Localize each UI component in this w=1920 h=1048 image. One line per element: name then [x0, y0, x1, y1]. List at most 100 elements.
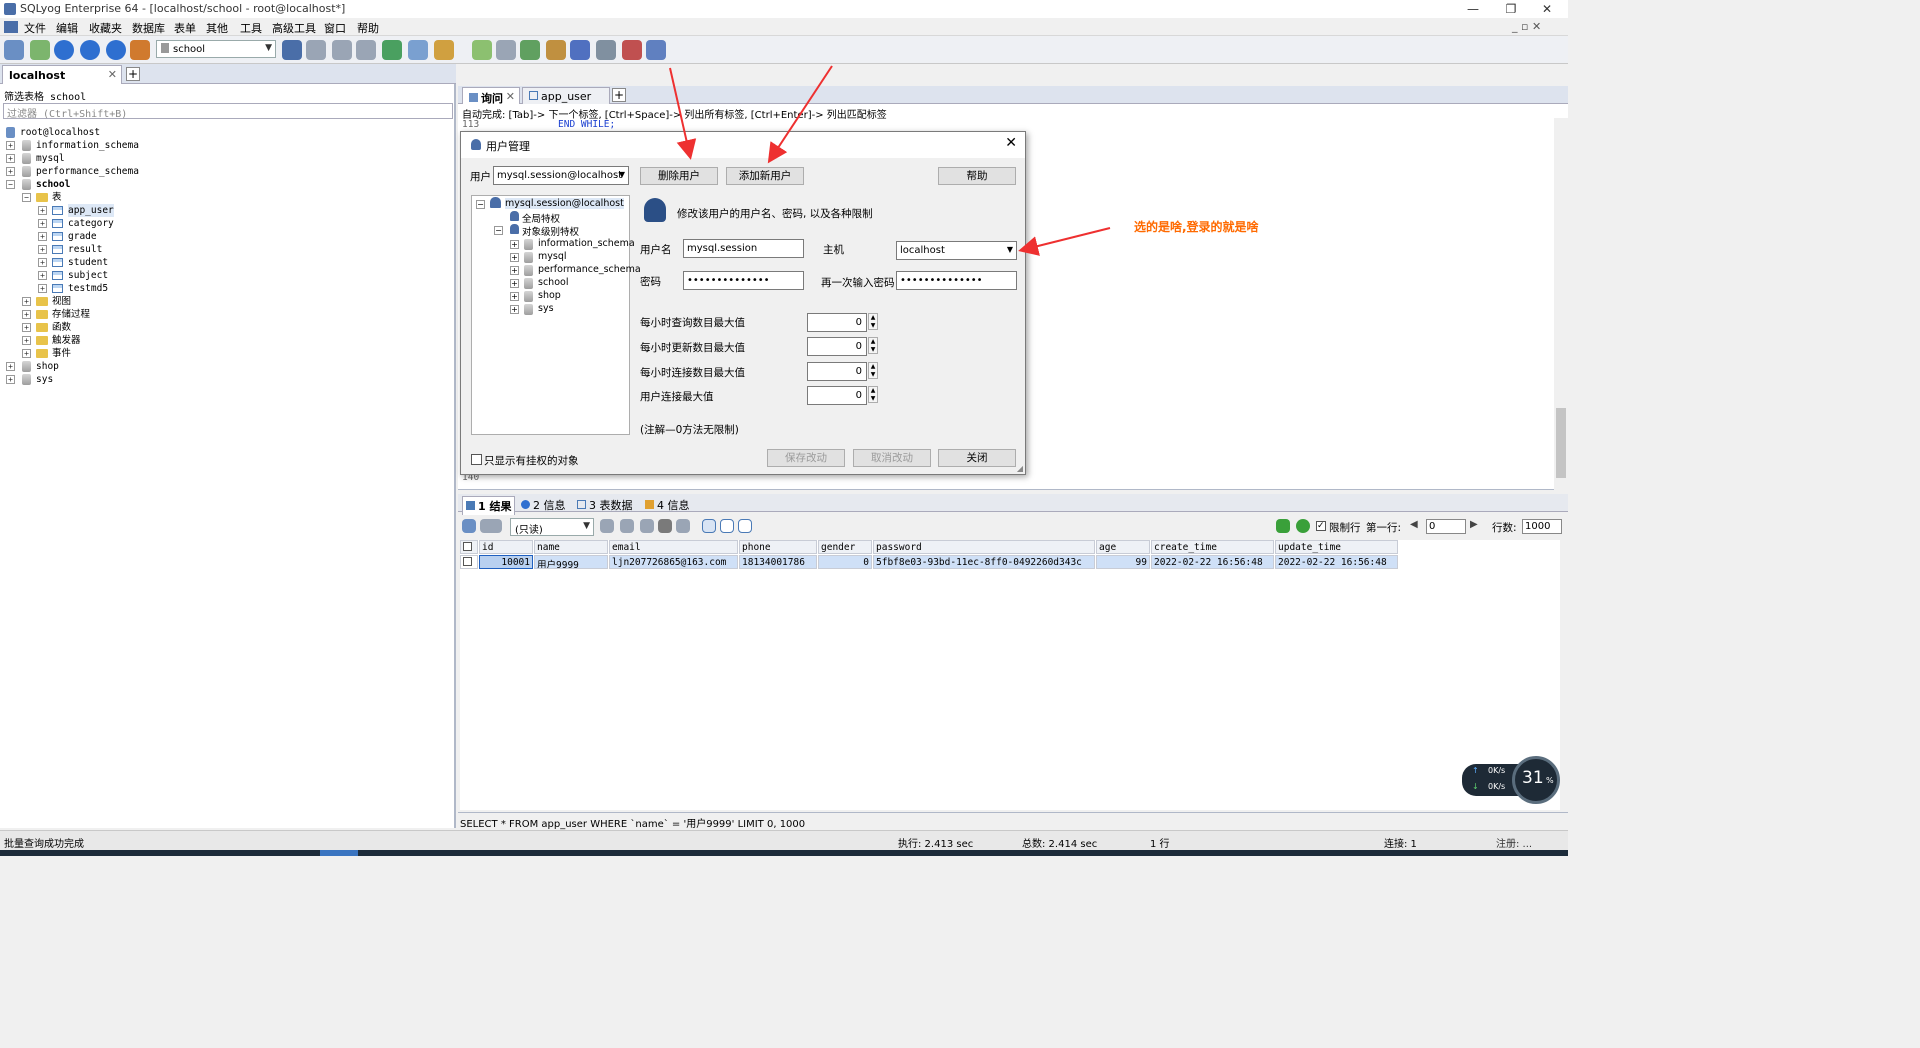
collapse-icon[interactable]: − [22, 193, 31, 202]
export-icon[interactable] [462, 519, 476, 533]
expand-icon[interactable]: + [22, 323, 31, 332]
col-header-update-time[interactable]: update_time [1275, 540, 1398, 554]
tab-info[interactable]: 2 信息 [518, 496, 569, 514]
query-builder-icon[interactable] [434, 40, 454, 60]
refresh-icon[interactable] [1296, 519, 1310, 533]
table-icon[interactable] [408, 40, 428, 60]
expand-icon[interactable]: + [510, 305, 519, 314]
execute-all-icon[interactable] [80, 40, 100, 60]
max-updates-input[interactable]: 0 [807, 337, 867, 356]
scroll-thumb[interactable] [1556, 408, 1566, 478]
tree-user-node[interactable]: mysql.session@localhost [505, 198, 624, 209]
scheduler-icon[interactable] [570, 40, 590, 60]
visual-icon[interactable] [646, 40, 666, 60]
grid-mode-icon[interactable] [480, 519, 502, 533]
expand-icon[interactable]: + [6, 362, 15, 371]
expand-icon[interactable]: + [38, 258, 47, 267]
limit-rows-checkbox[interactable]: ✓ [1316, 521, 1326, 531]
child-window-controls[interactable]: _ ▫ ✕ [1512, 20, 1541, 33]
tree-db-performance-schema[interactable]: performance_schema [538, 264, 641, 275]
cell-email[interactable]: ljn207726865@163.com [609, 555, 738, 569]
tree-global-privileges[interactable]: 全局特权 [522, 211, 560, 225]
max-connections-spinner[interactable]: ▲ ▼ [868, 362, 878, 379]
menu-other[interactable]: 其他 [206, 20, 228, 36]
tree-db-shop[interactable]: shop [538, 290, 561, 301]
delete-user-button[interactable]: 删除用户 [640, 167, 718, 185]
add-tab-icon[interactable]: + [126, 67, 140, 81]
prev-page-icon[interactable]: ◀ [1410, 519, 1422, 533]
expand-icon[interactable]: + [6, 375, 15, 384]
menu-edit[interactable]: 编辑 [56, 20, 78, 36]
close-button[interactable]: 关闭 [938, 449, 1016, 467]
host-select[interactable]: localhost ▼ [896, 241, 1017, 260]
delete-icon[interactable] [658, 519, 672, 533]
max-queries-spinner[interactable]: ▲ ▼ [868, 313, 878, 330]
grid-view-icon[interactable] [702, 519, 716, 533]
menu-table[interactable]: 表单 [174, 20, 196, 36]
cancel-changes-button[interactable]: 取消改动 [853, 449, 931, 467]
tree-object-privileges[interactable]: 对象级别特权 [522, 224, 579, 238]
save-icon[interactable] [640, 519, 654, 533]
import-icon[interactable] [356, 40, 376, 60]
database-selector[interactable]: school ▼ [156, 40, 276, 58]
confirm-password-input[interactable]: •••••••••••••• [896, 271, 1017, 290]
backup-icon[interactable] [306, 40, 326, 60]
add-query-tab-icon[interactable]: + [612, 88, 626, 102]
tab-localhost[interactable]: localhost ✕ [2, 65, 122, 84]
filter-input[interactable]: 过滤器 (Ctrl+Shift+B) [3, 103, 453, 120]
col-header-phone[interactable]: phone [739, 540, 817, 554]
row-count-input[interactable]: 1000 [1522, 519, 1562, 534]
col-header-name[interactable]: name [534, 540, 608, 554]
refresh-icon[interactable] [130, 40, 150, 60]
add-user-button[interactable]: 添加新用户 [726, 167, 804, 185]
user-manager-icon[interactable] [282, 40, 302, 60]
col-header-gender[interactable]: gender [818, 540, 872, 554]
expand-icon[interactable]: + [22, 336, 31, 345]
username-input[interactable]: mysql.session [683, 239, 804, 258]
expand-icon[interactable]: + [510, 279, 519, 288]
tab-info-2[interactable]: 4 信息 [642, 496, 693, 514]
row-checkbox[interactable] [460, 555, 478, 569]
copy-db-icon[interactable] [496, 40, 516, 60]
close-tab-icon[interactable]: ✕ [506, 90, 515, 103]
connect-icon[interactable] [4, 40, 24, 60]
close-tab-icon[interactable]: ✕ [108, 68, 117, 81]
show-privileged-checkbox[interactable] [471, 454, 482, 465]
expand-icon[interactable]: + [510, 292, 519, 301]
form-view-icon[interactable] [720, 519, 734, 533]
schema-sync-icon[interactable] [382, 40, 402, 60]
close-icon[interactable]: ✕ [1532, 0, 1562, 18]
expand-icon[interactable]: + [38, 232, 47, 241]
col-header-id[interactable]: id [479, 540, 533, 554]
sync-icon[interactable] [520, 40, 540, 60]
col-header-email[interactable]: email [609, 540, 738, 554]
tab-table-data[interactable]: 3 表数据 [574, 496, 636, 514]
menu-tools[interactable]: 工具 [240, 20, 262, 36]
col-header-create-time[interactable]: create_time [1151, 540, 1274, 554]
collapse-icon[interactable]: − [494, 226, 503, 235]
max-user-connections-spinner[interactable]: ▲ ▼ [868, 386, 878, 403]
tree-db-mysql[interactable]: mysql [538, 251, 567, 262]
save-changes-button[interactable]: 保存改动 [767, 449, 845, 467]
editor-scrollbar[interactable] [1554, 118, 1568, 490]
user-select[interactable]: mysql.session@localhost ▼ [493, 166, 629, 185]
menu-file[interactable]: 文件 [24, 20, 46, 36]
menu-favorites[interactable]: 收藏夹 [89, 20, 122, 36]
favorite-icon[interactable] [472, 40, 492, 60]
menu-help[interactable]: 帮助 [357, 20, 379, 36]
duplicate-row-icon[interactable] [620, 519, 634, 533]
cell-phone[interactable]: 18134001786 [739, 555, 817, 569]
execute-icon[interactable] [54, 40, 74, 60]
schema-designer-icon[interactable] [622, 40, 642, 60]
text-view-icon[interactable] [738, 519, 752, 533]
expand-icon[interactable]: + [6, 167, 15, 176]
cell-gender[interactable]: 0 [818, 555, 872, 569]
collapse-icon[interactable]: − [6, 180, 15, 189]
expand-icon[interactable]: + [22, 310, 31, 319]
max-updates-spinner[interactable]: ▲ ▼ [868, 337, 878, 354]
cell-password[interactable]: 5fbf8e03-93bd-11ec-8ff0-0492260d343c [873, 555, 1095, 569]
help-button[interactable]: 帮助 [938, 167, 1016, 185]
cell-name[interactable]: 用户9999 [534, 555, 608, 569]
tree-db-information-schema[interactable]: information_schema [538, 238, 635, 249]
cell-age[interactable]: 99 [1096, 555, 1150, 569]
